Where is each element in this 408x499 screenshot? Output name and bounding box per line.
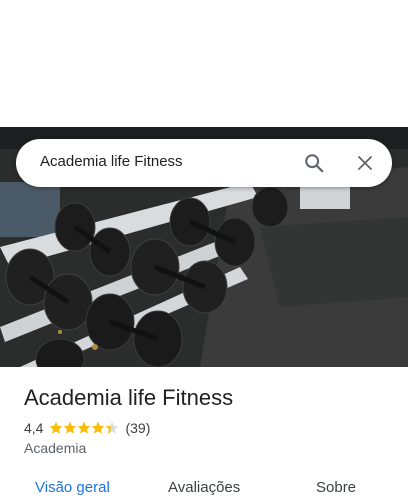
place-title: Academia life Fitness xyxy=(24,385,234,410)
review-count: (39) xyxy=(125,420,151,436)
tab-reviews[interactable]: Avaliações xyxy=(168,479,240,496)
close-button[interactable] xyxy=(350,148,380,178)
star-icon xyxy=(50,421,63,434)
star-icon xyxy=(78,421,91,434)
rating-value: 4,4 xyxy=(24,420,44,436)
place-category: Academia xyxy=(24,440,87,456)
close-icon xyxy=(358,156,372,170)
star-icon xyxy=(106,421,119,434)
place-tabs: Visão geral Avaliações Sobre xyxy=(0,479,408,499)
tab-overview[interactable]: Visão geral xyxy=(35,479,110,496)
search-icon xyxy=(305,154,324,173)
rating-row[interactable]: 4,4 (39) xyxy=(24,419,150,437)
star-icons xyxy=(50,421,119,434)
star-icon xyxy=(64,421,77,434)
star-rating xyxy=(49,421,119,435)
tab-about[interactable]: Sobre xyxy=(316,479,356,496)
place-info-panel: Academia life Fitness 4,4 (39) Academia … xyxy=(0,367,408,496)
search-bar[interactable]: Academia life Fitness xyxy=(16,139,392,187)
star-icon xyxy=(92,421,105,434)
search-input[interactable]: Academia life Fitness xyxy=(40,153,183,170)
search-button[interactable] xyxy=(299,148,329,178)
